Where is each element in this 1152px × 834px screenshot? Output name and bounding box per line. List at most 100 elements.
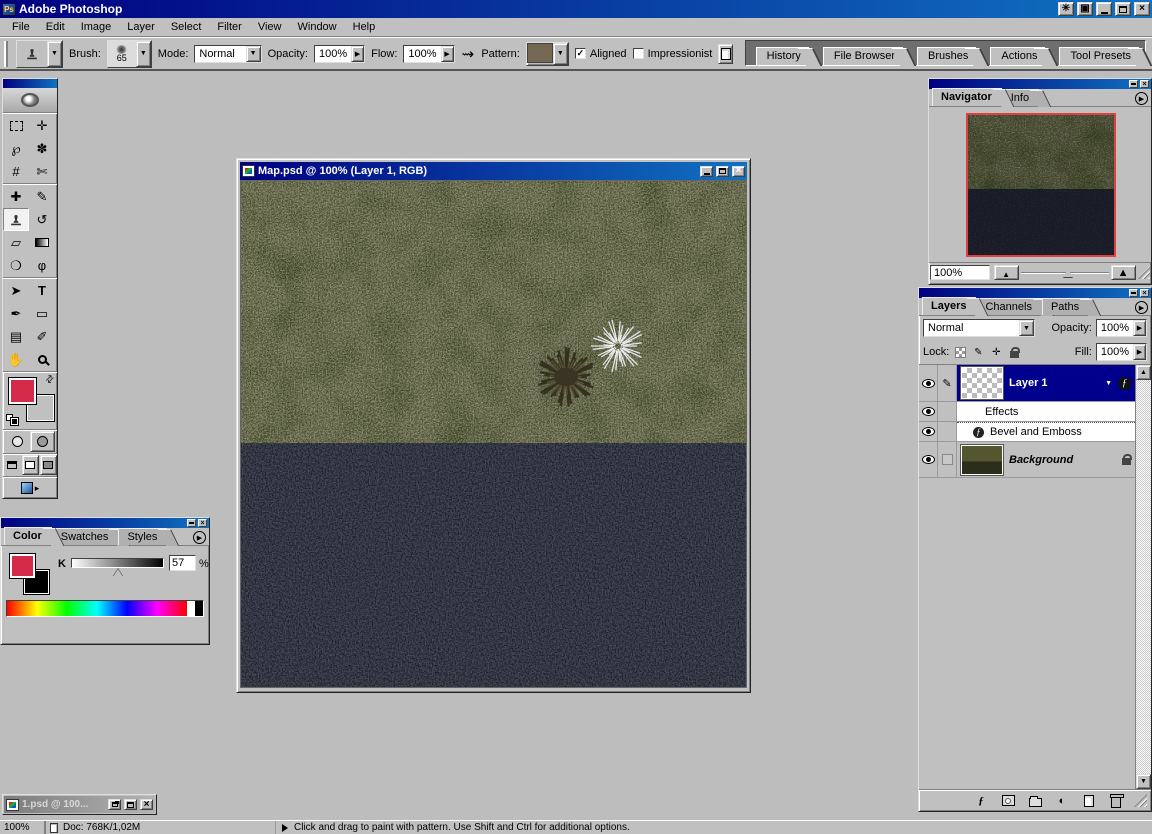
background-thumbnail[interactable]: [961, 445, 1003, 475]
default-colors-icon[interactable]: [6, 414, 18, 425]
well-tab-history[interactable]: History: [756, 47, 809, 65]
path-selection-tool[interactable]: ➤: [3, 279, 29, 302]
zoom-out-button[interactable]: ▲: [994, 265, 1019, 280]
tab-navigator[interactable]: Navigator: [932, 88, 1002, 106]
color-minimize-button[interactable]: [187, 519, 196, 527]
k-value-input[interactable]: 57: [169, 555, 196, 571]
layers-scrollbar[interactable]: ▲ ▼: [1135, 365, 1151, 789]
color-close-button[interactable]: ×: [198, 519, 207, 527]
fullscreen-menubar-mode-button[interactable]: [22, 455, 39, 475]
k-channel-slider[interactable]: [71, 558, 164, 568]
navigator-minimize-button[interactable]: [1129, 80, 1138, 88]
healing-brush-tool[interactable]: ✚: [3, 185, 29, 208]
document-title-bar[interactable]: Map.psd @ 100% (Layer 1, RGB) ×: [240, 162, 747, 180]
minimized-doc-title-bar[interactable]: 1.psd @ 100... ×: [4, 796, 155, 813]
brush-dropdown-arrow[interactable]: ▼: [136, 41, 151, 67]
impressionist-checkbox[interactable]: [633, 48, 644, 59]
status-doc-info-wrap[interactable]: Doc: 768K/1,02M: [46, 821, 276, 834]
layers-close-button[interactable]: ×: [1140, 289, 1149, 297]
fullscreen-mode-button[interactable]: [40, 455, 57, 475]
well-tab-actions[interactable]: Actions: [990, 47, 1045, 65]
color-spectrum-ramp[interactable]: [6, 600, 204, 617]
layers-opacity-input[interactable]: 100% ▶: [1096, 319, 1147, 337]
pattern-dropdown-arrow[interactable]: ▼: [553, 43, 568, 65]
blend-mode-dropdown-arrow[interactable]: ▼: [1019, 320, 1034, 336]
aux-button-2[interactable]: ▣: [1077, 2, 1093, 16]
gradient-tool[interactable]: [29, 231, 55, 254]
zoom-tool[interactable]: [29, 348, 55, 371]
layers-resize-grip[interactable]: [1134, 794, 1147, 807]
quick-mask-mode-button[interactable]: [30, 431, 55, 452]
k-slider-thumb[interactable]: [113, 569, 123, 577]
menu-item-help[interactable]: Help: [345, 19, 384, 35]
document-canvas[interactable]: [240, 180, 747, 688]
brush-tool[interactable]: ✎: [29, 185, 55, 208]
add-layer-mask-button[interactable]: [999, 793, 1017, 808]
doc-minimize-button[interactable]: [700, 166, 713, 177]
layer-row-layer-1[interactable]: ✎ Layer 1 ▼ ƒ: [919, 365, 1135, 402]
menu-item-layer[interactable]: Layer: [119, 19, 163, 35]
spectrum-gradient[interactable]: [7, 601, 187, 616]
navigator-menu-button[interactable]: ▶: [1135, 92, 1148, 105]
new-layer-set-button[interactable]: [1026, 793, 1044, 808]
jump-to-imageready-button[interactable]: ▸: [3, 476, 57, 498]
flow-input[interactable]: 100% ▶: [403, 45, 454, 63]
fill-input[interactable]: 100% ▶: [1096, 343, 1147, 361]
layer1-name[interactable]: Layer 1: [1009, 377, 1048, 389]
layers-menu-button[interactable]: ▶: [1135, 301, 1148, 314]
lock-transparency-button[interactable]: [953, 346, 967, 359]
background-visibility-toggle[interactable]: [919, 442, 938, 478]
notes-tool[interactable]: ▤: [3, 325, 29, 348]
delete-layer-button[interactable]: [1107, 793, 1125, 808]
add-layer-style-button[interactable]: ƒ: [972, 793, 990, 808]
impressionist-option[interactable]: Impressionist: [633, 48, 713, 60]
dodge-tool[interactable]: φ: [29, 254, 55, 277]
tab-color[interactable]: Color: [4, 527, 52, 545]
new-adjustment-layer-button[interactable]: ◐: [1053, 793, 1071, 808]
pattern-stamp-tool-active[interactable]: [3, 208, 29, 231]
restore-button[interactable]: [1115, 2, 1131, 16]
minidoc-close-button[interactable]: ×: [140, 799, 153, 810]
lock-all-button[interactable]: [1007, 346, 1021, 359]
background-name[interactable]: Background: [1009, 454, 1073, 466]
minidoc-restore-button[interactable]: [108, 799, 121, 810]
eyedropper-tool[interactable]: ✐: [29, 325, 55, 348]
lock-position-button[interactable]: ✛: [989, 346, 1003, 359]
move-tool[interactable]: ✛: [29, 114, 55, 137]
aux-button-1[interactable]: ✳: [1058, 2, 1074, 16]
shape-tool[interactable]: ▭: [29, 302, 55, 325]
type-tool[interactable]: T: [29, 279, 55, 302]
navigator-close-button[interactable]: ×: [1140, 80, 1149, 88]
layer1-visibility-toggle[interactable]: [919, 365, 938, 402]
navigator-resize-grip[interactable]: [1138, 266, 1150, 279]
fill-spin[interactable]: ▶: [1133, 344, 1146, 360]
hand-tool[interactable]: ✋: [3, 348, 29, 371]
color-menu-button[interactable]: ▶: [193, 531, 206, 544]
lock-image-button[interactable]: ✎: [971, 346, 985, 359]
menu-item-view[interactable]: View: [250, 19, 290, 35]
minimize-button[interactable]: [1096, 2, 1112, 16]
file-browser-toggle-button[interactable]: [718, 44, 732, 64]
navigator-proxy-view[interactable]: [966, 113, 1116, 257]
menu-item-window[interactable]: Window: [290, 19, 345, 35]
zoom-in-button[interactable]: ▲: [1111, 265, 1136, 280]
layer1-thumbnail[interactable]: [961, 367, 1003, 399]
color-foreground-swatch[interactable]: [9, 553, 36, 579]
menu-item-image[interactable]: Image: [73, 19, 120, 35]
brush-preset-picker[interactable]: 65 ▼: [107, 40, 152, 68]
doc-close-button[interactable]: ×: [732, 166, 745, 177]
foreground-color-swatch[interactable]: [8, 377, 37, 405]
opacity-spin-arrow[interactable]: ▶: [351, 46, 364, 62]
scroll-down-button[interactable]: ▼: [1136, 774, 1151, 789]
bevel-emboss-label[interactable]: Bevel and Emboss: [990, 426, 1082, 438]
aligned-checkbox[interactable]: ✓: [575, 48, 586, 59]
menu-item-edit[interactable]: Edit: [38, 19, 73, 35]
effects-expand-arrow[interactable]: ▼: [1105, 380, 1112, 387]
swap-colors-icon[interactable]: ⇄: [43, 373, 57, 387]
tab-layers[interactable]: Layers: [922, 297, 976, 315]
well-tab-tool-presets[interactable]: Tool Presets: [1059, 47, 1139, 65]
toolbox-title-bar[interactable]: [3, 79, 57, 88]
eraser-tool[interactable]: ▱: [3, 231, 29, 254]
doc-maximize-button[interactable]: [716, 166, 729, 177]
toolbox-logo[interactable]: [3, 88, 57, 112]
